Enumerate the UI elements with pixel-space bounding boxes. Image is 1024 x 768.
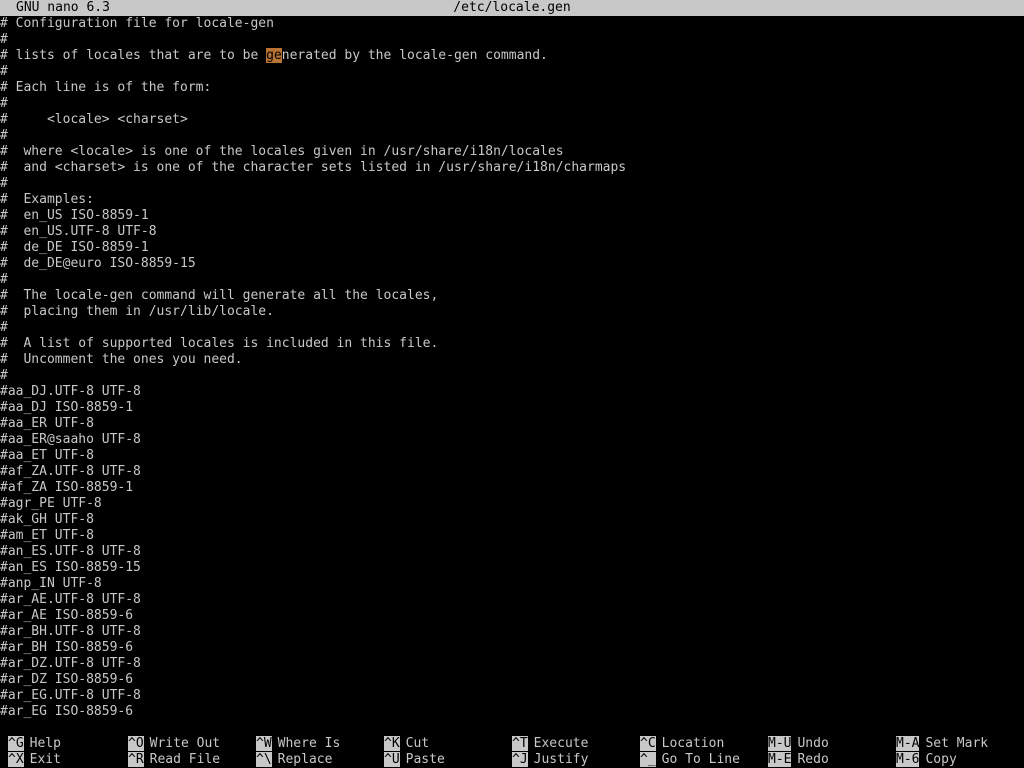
shortcut-label: Exit — [29, 752, 61, 767]
line-text-after-cursor: nerated by the locale-gen command. — [281, 48, 548, 63]
editor-line[interactable]: # — [0, 96, 1024, 112]
editor-line[interactable]: #ar_EG.UTF-8 UTF-8 — [0, 688, 1024, 704]
editor-line[interactable]: #aa_ER@saaho UTF-8 — [0, 432, 1024, 448]
shortcut-key: ^T — [512, 736, 528, 751]
shortcut-label: Cut — [405, 736, 430, 751]
shortcut-label: Location — [661, 736, 725, 751]
editor-line[interactable]: # — [0, 128, 1024, 144]
shortcut-read-file[interactable]: ^R Read File — [128, 752, 220, 768]
shortcut-label: Redo — [797, 752, 829, 767]
editor-line[interactable]: # — [0, 64, 1024, 80]
editor-line[interactable]: # — [0, 320, 1024, 336]
shortcut-write-out[interactable]: ^O Write Out — [128, 736, 220, 752]
shortcut-exit[interactable]: ^X Exit — [8, 752, 61, 768]
shortcut-key: ^J — [512, 752, 528, 767]
shortcut-label: Undo — [797, 736, 829, 751]
line-text-before-cursor: # lists of locales that are to be — [0, 48, 267, 63]
shortcut-bar: ^G Help ^X Exit ^O Write Out ^R Read File ^W Wher… — [0, 736, 1024, 768]
text-cursor: ge — [266, 48, 282, 63]
shortcut-redo[interactable]: M-E Redo — [768, 752, 829, 768]
shortcut-label: Justify — [533, 752, 589, 767]
editor-line[interactable]: # Each line is of the form: — [0, 80, 1024, 96]
shortcut-label: Read File — [149, 752, 221, 767]
shortcut-key: ^W — [256, 736, 272, 751]
shortcut-key: M-6 — [896, 752, 920, 767]
editor-line[interactable]: #an_ES.UTF-8 UTF-8 — [0, 544, 1024, 560]
shortcut-key: ^O — [128, 736, 144, 751]
editor-line[interactable]: # placing them in /usr/lib/locale. — [0, 304, 1024, 320]
shortcut-cut[interactable]: ^K Cut — [384, 736, 429, 752]
editor-line[interactable]: #af_ZA ISO-8859-1 — [0, 480, 1024, 496]
editor-line[interactable]: # en_US.UTF-8 UTF-8 — [0, 224, 1024, 240]
editor-line[interactable]: # Uncomment the ones you need. — [0, 352, 1024, 368]
shortcut-help[interactable]: ^G Help — [8, 736, 61, 752]
shortcut-label: Where Is — [277, 736, 341, 751]
editor-line[interactable]: # <locale> <charset> — [0, 112, 1024, 128]
editor-line[interactable]: #ar_DZ.UTF-8 UTF-8 — [0, 656, 1024, 672]
shortcut-label: Set Mark — [925, 736, 989, 751]
editor-line[interactable]: # — [0, 176, 1024, 192]
shortcut-key: M-U — [768, 736, 792, 751]
editor-line[interactable]: #agr_PE UTF-8 — [0, 496, 1024, 512]
editor-line[interactable]: # — [0, 272, 1024, 288]
title-bar: GNU nano 6.3 /etc/locale.gen — [0, 0, 1024, 16]
shortcut-label: Go To Line — [661, 752, 740, 767]
shortcut-label: Write Out — [149, 736, 221, 751]
shortcut-key: ^U — [384, 752, 400, 767]
shortcut-label: Execute — [533, 736, 589, 751]
editor-line[interactable]: # and <charset> is one of the character … — [0, 160, 1024, 176]
shortcut-replace[interactable]: ^\ Replace — [256, 752, 332, 768]
editor-line[interactable]: # — [0, 368, 1024, 384]
shortcut-where-is[interactable]: ^W Where Is — [256, 736, 340, 752]
editor-line[interactable]: # A list of supported locales is include… — [0, 336, 1024, 352]
shortcut-paste[interactable]: ^U Paste — [384, 752, 445, 768]
shortcut-set-mark[interactable]: M-A Set Mark — [896, 736, 988, 752]
editor-line[interactable]: #ar_BH.UTF-8 UTF-8 — [0, 624, 1024, 640]
editor-line[interactable]: #anp_IN UTF-8 — [0, 576, 1024, 592]
editor-line[interactable]: #ar_EG ISO-8859-6 — [0, 704, 1024, 720]
editor-line[interactable]: #aa_DJ.UTF-8 UTF-8 — [0, 384, 1024, 400]
editor-line[interactable]: #aa_ER UTF-8 — [0, 416, 1024, 432]
editor-line[interactable]: #ar_AE ISO-8859-6 — [0, 608, 1024, 624]
editor-line[interactable]: #aa_DJ ISO-8859-1 — [0, 400, 1024, 416]
editor-line[interactable]: #am_ET UTF-8 — [0, 528, 1024, 544]
shortcut-key: ^X — [8, 752, 24, 767]
shortcut-key: ^G — [8, 736, 24, 751]
editor-line[interactable]: #ar_DZ ISO-8859-6 — [0, 672, 1024, 688]
editor-line[interactable]: #ar_AE.UTF-8 UTF-8 — [0, 592, 1024, 608]
editor-line[interactable]: # Examples: — [0, 192, 1024, 208]
shortcut-label: Help — [29, 736, 61, 751]
shortcut-execute[interactable]: ^T Execute — [512, 736, 588, 752]
shortcut-label: Paste — [405, 752, 445, 767]
editor-line[interactable]: # de_DE@euro ISO-8859-15 — [0, 256, 1024, 272]
editor-line[interactable]: # The locale-gen command will generate a… — [0, 288, 1024, 304]
shortcut-copy[interactable]: M-6 Copy — [896, 752, 957, 768]
editor-line[interactable]: #an_ES ISO-8859-15 — [0, 560, 1024, 576]
editor-line[interactable]: #af_ZA.UTF-8 UTF-8 — [0, 464, 1024, 480]
editor-line[interactable]: # lists of locales that are to be genera… — [0, 48, 1024, 64]
shortcut-key: ^C — [640, 736, 656, 751]
editor-line[interactable]: # en_US ISO-8859-1 — [0, 208, 1024, 224]
shortcut-justify[interactable]: ^J Justify — [512, 752, 588, 768]
editor-text-area[interactable]: # Configuration file for locale-gen # # li… — [0, 16, 1024, 720]
editor-line[interactable]: #ak_GH UTF-8 — [0, 512, 1024, 528]
editor-line[interactable]: # — [0, 32, 1024, 48]
shortcut-key: ^_ — [640, 752, 656, 767]
shortcut-key: M-A — [896, 736, 920, 751]
shortcut-key: ^R — [128, 752, 144, 767]
shortcut-key: ^\ — [256, 752, 272, 767]
file-path: /etc/locale.gen — [453, 0, 571, 15]
shortcut-key: ^K — [384, 736, 400, 751]
shortcut-label: Copy — [925, 752, 957, 767]
shortcut-go-to-line[interactable]: ^_ Go To Line — [640, 752, 740, 768]
shortcut-location[interactable]: ^C Location — [640, 736, 724, 752]
editor-line[interactable]: # de_DE ISO-8859-1 — [0, 240, 1024, 256]
shortcut-label: Replace — [277, 752, 333, 767]
shortcut-key: M-E — [768, 752, 792, 767]
editor-line[interactable]: #ar_BH ISO-8859-6 — [0, 640, 1024, 656]
shortcut-undo[interactable]: M-U Undo — [768, 736, 829, 752]
editor-line[interactable]: # where <locale> is one of the locales g… — [0, 144, 1024, 160]
editor-line[interactable]: # Configuration file for locale-gen — [0, 16, 1024, 32]
editor-line[interactable]: #aa_ET UTF-8 — [0, 448, 1024, 464]
